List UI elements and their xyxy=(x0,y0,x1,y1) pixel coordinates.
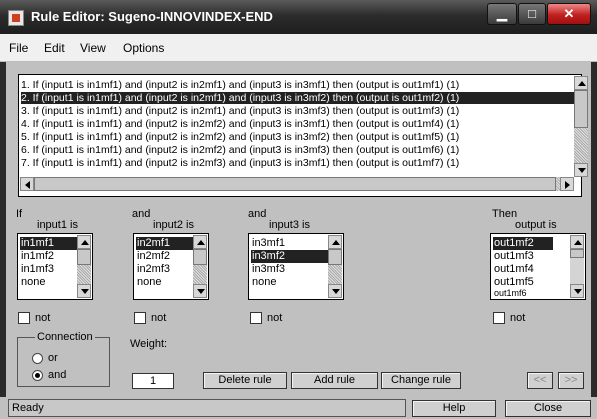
window-title: Rule Editor: Sugeno-INNOVINDEX-END xyxy=(31,9,273,24)
input3-scrollbar[interactable] xyxy=(328,235,342,298)
close-window-button[interactable]: ✕ xyxy=(547,3,591,25)
rule-item-5[interactable]: 5. If (input1 is in1mf1) and (input2 is … xyxy=(21,131,576,143)
matlab-app-icon xyxy=(8,10,24,26)
scroll-up-arrow-icon[interactable] xyxy=(193,235,207,249)
weight-label: Weight: xyxy=(130,338,168,350)
connection-label: Connection xyxy=(35,331,95,343)
output-option[interactable]: out1mf5 xyxy=(493,276,553,289)
scroll-up-arrow-icon[interactable] xyxy=(328,235,342,249)
connection-and-label: and xyxy=(48,369,67,381)
input1-option[interactable]: in1mf1 xyxy=(20,237,80,250)
menu-view[interactable]: View xyxy=(80,41,106,55)
output-option[interactable]: out1mf6 xyxy=(493,289,553,298)
input1-option[interactable]: none xyxy=(20,276,80,289)
client-area: 1. If (input1 is in1mf1) and (input2 is … xyxy=(6,62,591,397)
output-option[interactable]: out1mf4 xyxy=(493,263,553,276)
scroll-left-arrow-icon[interactable] xyxy=(20,177,34,191)
input1-prefix-label: If xyxy=(16,208,23,220)
output-listbox[interactable]: out1mf2 out1mf3 out1mf4 out1mf5 out1mf6 xyxy=(490,233,586,300)
input1-not-label: not xyxy=(35,312,51,324)
input3-option[interactable]: in3mf3 xyxy=(251,263,329,276)
menu-bar: File Edit View Options xyxy=(0,34,597,62)
menu-options[interactable]: Options xyxy=(123,41,164,55)
rule-item-2[interactable]: 2. If (input1 is in1mf1) and (input2 is … xyxy=(21,92,576,104)
input2-option[interactable]: in2mf3 xyxy=(136,263,196,276)
menu-edit[interactable]: Edit xyxy=(44,41,65,55)
input2-not-checkbox[interactable] xyxy=(134,312,146,324)
menu-file[interactable]: File xyxy=(9,41,28,55)
weight-input[interactable]: 1 xyxy=(132,373,174,389)
input2-option[interactable]: in2mf1 xyxy=(136,237,196,250)
connection-and-radio[interactable] xyxy=(32,370,43,381)
window-frame-right xyxy=(591,62,597,419)
scroll-up-arrow-icon[interactable] xyxy=(574,76,588,90)
input3-label: input3 is xyxy=(269,219,310,231)
input3-not-label: not xyxy=(267,312,283,324)
delete-rule-button[interactable]: Delete rule xyxy=(203,372,287,389)
input1-not-checkbox[interactable] xyxy=(18,312,30,324)
help-button[interactable]: Help xyxy=(412,400,496,417)
input2-option[interactable]: none xyxy=(136,276,196,289)
input2-prefix-label: and xyxy=(132,208,151,220)
input2-option[interactable]: in2mf2 xyxy=(136,250,196,263)
output-prefix-label: Then xyxy=(492,208,518,220)
input3-prefix-label: and xyxy=(248,208,267,220)
rule-editor-window: Rule Editor: Sugeno-INNOVINDEX-END ▁ □ ✕… xyxy=(0,0,597,419)
output-not-checkbox[interactable] xyxy=(493,312,505,324)
input2-not-label: not xyxy=(151,312,167,324)
output-option[interactable]: out1mf2 xyxy=(493,237,553,250)
input3-listbox[interactable]: in3mf1 in3mf2 in3mf3 none xyxy=(248,233,344,300)
scroll-down-arrow-icon[interactable] xyxy=(328,284,342,298)
input3-option[interactable]: in3mf1 xyxy=(251,237,329,250)
next-button[interactable]: >> xyxy=(558,372,584,389)
rule-list-horizontal-scrollbar[interactable] xyxy=(20,177,574,191)
scroll-down-arrow-icon[interactable] xyxy=(193,284,207,298)
status-text: Ready xyxy=(8,399,406,417)
input1-option[interactable]: in1mf3 xyxy=(20,263,80,276)
maximize-button[interactable]: □ xyxy=(518,3,546,25)
input1-listbox[interactable]: in1mf1 in1mf2 in1mf3 none xyxy=(17,233,93,300)
output-scrollbar[interactable] xyxy=(570,235,584,298)
rule-item-6[interactable]: 6. If (input1 is in1mf1) and (input2 is … xyxy=(21,144,576,156)
rule-item-3[interactable]: 3. If (input1 is in1mf1) and (input2 is … xyxy=(21,105,576,117)
connection-or-label: or xyxy=(48,352,58,364)
change-rule-button[interactable]: Change rule xyxy=(381,372,461,389)
title-bar: Rule Editor: Sugeno-INNOVINDEX-END ▁ □ ✕ xyxy=(0,0,597,34)
output-option[interactable]: out1mf3 xyxy=(493,250,553,263)
scroll-up-arrow-icon[interactable] xyxy=(570,235,584,249)
previous-button[interactable]: << xyxy=(527,372,553,389)
output-not-label: not xyxy=(510,312,526,324)
vertical-scroll-thumb[interactable] xyxy=(574,90,588,128)
input2-scrollbar[interactable] xyxy=(193,235,207,298)
input3-option[interactable]: in3mf2 xyxy=(251,250,329,263)
horizontal-scroll-thumb[interactable] xyxy=(34,177,556,191)
rule-list[interactable]: 1. If (input1 is in1mf1) and (input2 is … xyxy=(18,74,588,197)
input3-scroll-thumb[interactable] xyxy=(328,249,342,265)
rule-item-1[interactable]: 1. If (input1 is in1mf1) and (input2 is … xyxy=(21,79,576,91)
scroll-down-arrow-icon[interactable] xyxy=(574,163,588,177)
input3-option[interactable]: none xyxy=(251,276,329,289)
close-button[interactable]: Close xyxy=(505,400,591,417)
input1-scrollbar[interactable] xyxy=(77,235,91,298)
input1-scroll-thumb[interactable] xyxy=(77,249,91,265)
scroll-down-arrow-icon[interactable] xyxy=(77,284,91,298)
input1-label: input1 is xyxy=(37,219,78,231)
minimize-button[interactable]: ▁ xyxy=(487,3,517,25)
rule-item-7[interactable]: 7. If (input1 is in1mf1) and (input2 is … xyxy=(21,157,576,169)
input2-scroll-thumb[interactable] xyxy=(193,249,207,265)
status-bar: Ready Help Close xyxy=(0,397,597,419)
rule-list-vertical-scrollbar[interactable] xyxy=(574,76,588,177)
scroll-down-arrow-icon[interactable] xyxy=(570,284,584,298)
connection-or-radio[interactable] xyxy=(32,353,43,364)
scroll-right-arrow-icon[interactable] xyxy=(560,177,574,191)
input2-listbox[interactable]: in2mf1 in2mf2 in2mf3 none xyxy=(133,233,209,300)
input3-not-checkbox[interactable] xyxy=(250,312,262,324)
input1-option[interactable]: in1mf2 xyxy=(20,250,80,263)
scroll-up-arrow-icon[interactable] xyxy=(77,235,91,249)
input2-label: input2 is xyxy=(153,219,194,231)
output-label: output is xyxy=(515,219,557,231)
rule-item-4[interactable]: 4. If (input1 is in1mf1) and (input2 is … xyxy=(21,118,576,130)
output-scroll-thumb[interactable] xyxy=(570,249,584,258)
add-rule-button[interactable]: Add rule xyxy=(291,372,378,389)
